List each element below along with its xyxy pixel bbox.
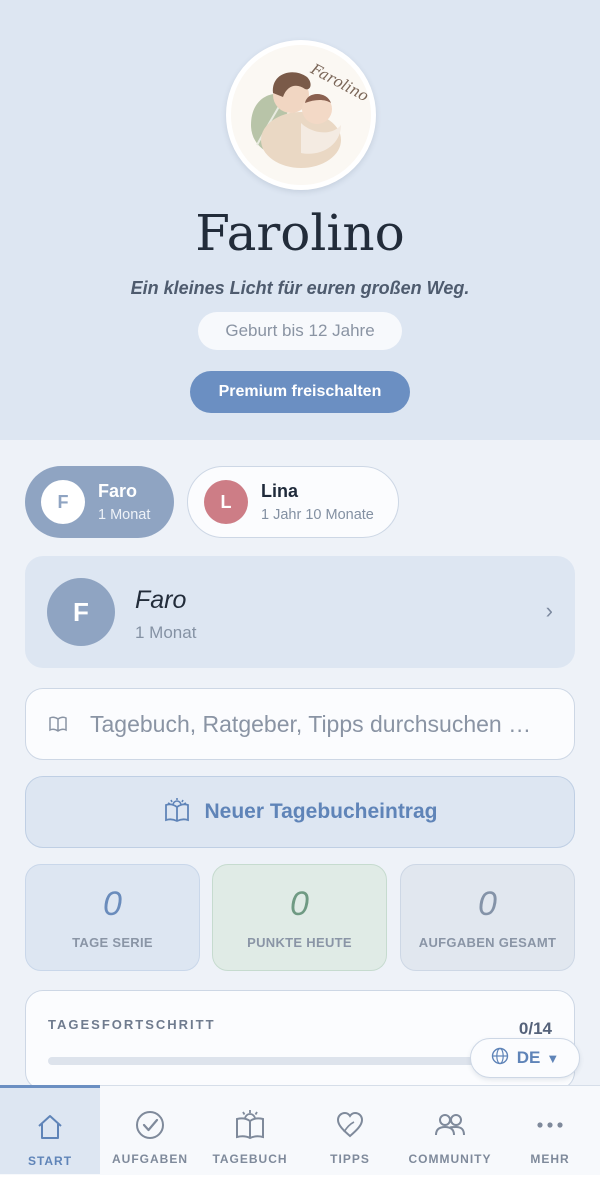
bottom-navigation: START AUFGABEN TAGEBUCH TIPPS COMMUNITY … bbox=[0, 1084, 600, 1175]
new-diary-entry-button[interactable]: Neuer Tagebucheintrag bbox=[25, 776, 575, 848]
avatar: L bbox=[204, 480, 248, 524]
app-title: Farolino bbox=[195, 204, 405, 262]
chevron-down-icon: ▼ bbox=[546, 1050, 560, 1066]
chevron-right-icon: › bbox=[545, 598, 553, 623]
nav-label: AUFGABEN bbox=[112, 1152, 188, 1166]
stat-label: TAGE SERIE bbox=[72, 935, 153, 950]
language-code: DE bbox=[516, 1048, 541, 1067]
more-icon bbox=[533, 1108, 567, 1142]
home-icon bbox=[33, 1110, 67, 1144]
stat-tasks-total: 0 AUFGABEN GESAMT bbox=[400, 864, 575, 971]
avatar: F bbox=[41, 480, 85, 524]
nav-item-mehr[interactable]: MEHR bbox=[500, 1086, 600, 1175]
stat-label: PUNKTE HEUTE bbox=[247, 935, 352, 950]
child-age: 1 Jahr 10 Monate bbox=[261, 507, 374, 523]
language-selector[interactable]: DE ▼ bbox=[470, 1038, 580, 1078]
child-chip-faro[interactable]: F Faro 1 Monat bbox=[25, 466, 174, 538]
nav-label: COMMUNITY bbox=[408, 1152, 492, 1166]
child-name: Lina bbox=[261, 481, 299, 501]
profile-name: Faro bbox=[135, 586, 187, 614]
globe-icon bbox=[491, 1047, 509, 1070]
progress-label: TAGESFORTSCHRITT bbox=[48, 1017, 216, 1032]
journal-icon bbox=[233, 1108, 267, 1142]
heart-leaf-icon bbox=[333, 1108, 367, 1142]
book-icon bbox=[48, 713, 70, 735]
stat-value: 0 bbox=[478, 885, 497, 923]
search-placeholder: Tagebuch, Ratgeber, Tipps durchsuchen … bbox=[90, 710, 532, 737]
child-age: 1 Monat bbox=[98, 507, 151, 523]
nav-item-tipps[interactable]: TIPPS bbox=[300, 1086, 400, 1175]
child-chip-lina[interactable]: L Lina 1 Jahr 10 Monate bbox=[187, 466, 399, 538]
stat-value: 0 bbox=[103, 885, 122, 923]
nav-item-tagebuch[interactable]: TAGEBUCH bbox=[200, 1086, 300, 1175]
stat-streak-days: 0 TAGE SERIE bbox=[25, 864, 200, 971]
new-diary-entry-label: Neuer Tagebucheintrag bbox=[204, 800, 438, 823]
search-input[interactable]: Tagebuch, Ratgeber, Tipps durchsuchen … bbox=[25, 688, 575, 760]
child-profile-card[interactable]: F Faro 1 Monat › bbox=[25, 556, 575, 668]
nav-item-aufgaben[interactable]: AUFGABEN bbox=[100, 1086, 200, 1175]
stat-points-today: 0 PUNKTE HEUTE bbox=[212, 864, 387, 971]
tagline: Ein kleines Licht für euren großen Weg. bbox=[130, 278, 470, 298]
nav-label: TAGEBUCH bbox=[212, 1152, 288, 1166]
people-icon bbox=[433, 1108, 467, 1142]
nav-label: TIPPS bbox=[330, 1152, 370, 1166]
check-circle-icon bbox=[133, 1108, 167, 1142]
header: Farolino Farolino Ein kleines Licht für … bbox=[0, 0, 600, 440]
nav-item-community[interactable]: COMMUNITY bbox=[400, 1086, 500, 1175]
nav-item-start[interactable]: START bbox=[0, 1084, 100, 1174]
nav-label: MEHR bbox=[530, 1152, 570, 1166]
nav-label: START bbox=[27, 1153, 73, 1168]
profile-avatar: F bbox=[47, 578, 115, 646]
stat-label: AUFGABEN GESAMT bbox=[418, 935, 557, 950]
premium-unlock-button[interactable]: Premium freischalten bbox=[190, 371, 410, 413]
child-name: Faro bbox=[98, 481, 138, 501]
system-bar bbox=[0, 1175, 600, 1200]
sunrise-book-icon bbox=[163, 797, 191, 828]
app-logo: Farolino bbox=[226, 40, 376, 190]
age-range-badge: Geburt bis 12 Jahre bbox=[198, 312, 402, 350]
profile-age: 1 Monat bbox=[135, 623, 197, 642]
stat-value: 0 bbox=[290, 885, 309, 923]
progress-count: 0/14 bbox=[518, 1019, 552, 1038]
